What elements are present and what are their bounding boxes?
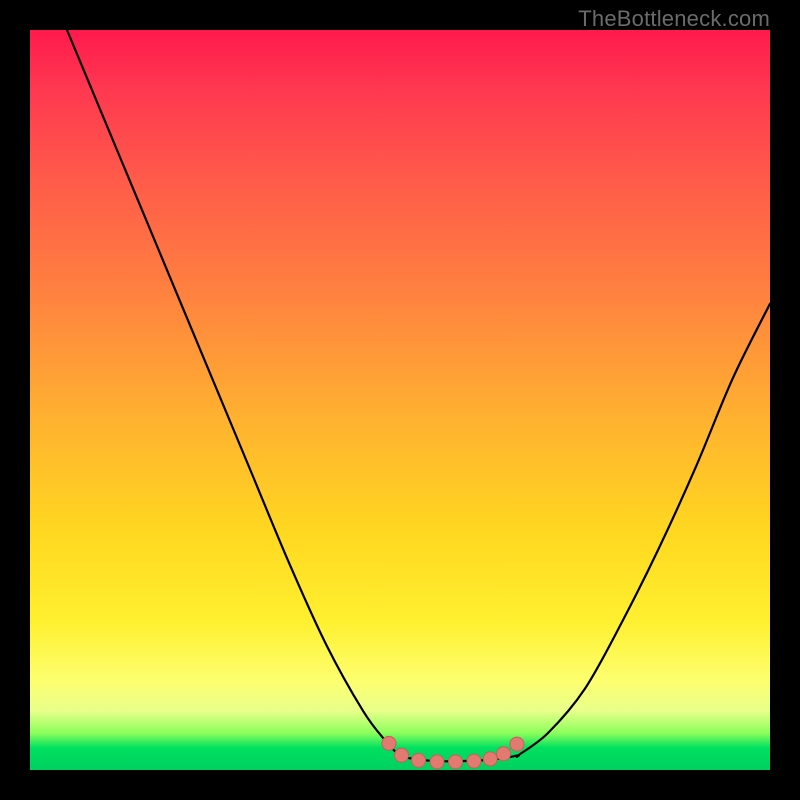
valley-markers: [382, 736, 524, 769]
valley-marker: [497, 747, 511, 761]
curve-paths: [67, 30, 770, 761]
curve-svg: [30, 30, 770, 770]
bottleneck-curve: [67, 30, 770, 761]
valley-marker: [430, 755, 444, 769]
valley-marker: [394, 748, 408, 762]
plot-area: [30, 30, 770, 770]
valley-marker: [483, 752, 497, 766]
valley-marker: [382, 736, 396, 750]
valley-marker: [412, 753, 426, 767]
watermark-text: TheBottleneck.com: [578, 6, 770, 32]
valley-marker: [510, 737, 524, 751]
valley-marker: [467, 754, 481, 768]
valley-marker: [449, 755, 463, 769]
chart-stage: TheBottleneck.com: [0, 0, 800, 800]
